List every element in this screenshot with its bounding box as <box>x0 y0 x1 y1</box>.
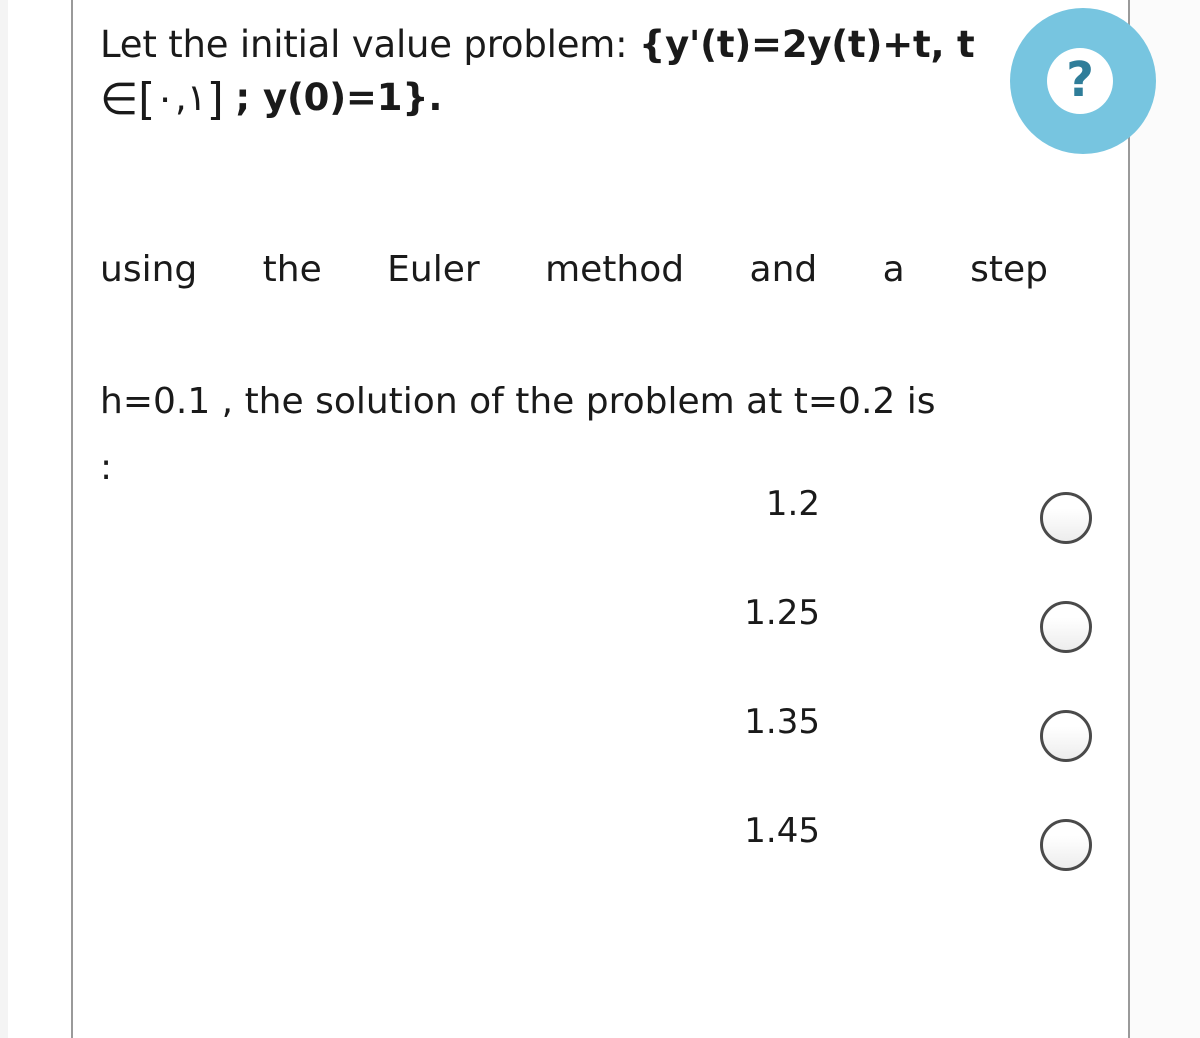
question-mark-icon: ? <box>1047 48 1113 114</box>
option-row[interactable]: 1.25 <box>100 579 1110 688</box>
question-stem: Let the initial value problem: {y'(t)=2y… <box>100 18 1060 124</box>
question-mark-glyph: ? <box>1066 51 1094 108</box>
option-row[interactable]: 1.35 <box>100 688 1110 797</box>
body-line-1: using the Euler method and a step <box>100 249 1048 290</box>
option-radio-button[interactable] <box>1040 819 1092 871</box>
stem-domain: ∈[٠,١] <box>100 74 224 125</box>
domain-close-bracket: ] <box>206 74 224 125</box>
stem-initial-condition: ; y(0)=1}. <box>235 76 443 119</box>
help-badge[interactable]: ? <box>1010 8 1156 154</box>
domain-open-bracket: ∈[ <box>100 74 156 125</box>
option-row[interactable]: 1.2 <box>100 470 1110 579</box>
option-radio-button[interactable] <box>1040 710 1092 762</box>
domain-values: ٠,١ <box>155 76 207 119</box>
question-body: using the Euler method and a step h=0.1 … <box>100 237 1048 501</box>
question-content: Let the initial value problem: {y'(t)=2y… <box>100 0 1110 1038</box>
right-outer-margin <box>1130 0 1200 1038</box>
answer-options: 1.2 1.25 1.35 1.45 <box>100 470 1110 906</box>
option-label: 1.35 <box>744 702 820 742</box>
right-margin-rule <box>1128 0 1130 1038</box>
body-line-2: h=0.1 , the solution of the problem at t… <box>100 381 936 422</box>
left-margin-rule <box>71 0 73 1038</box>
option-row[interactable]: 1.45 <box>100 797 1110 906</box>
option-radio-button[interactable] <box>1040 492 1092 544</box>
left-gutter <box>0 0 8 1038</box>
option-radio-button[interactable] <box>1040 601 1092 653</box>
option-label: 1.2 <box>765 484 820 524</box>
stem-equation: {y'(t)=2y(t)+t, t <box>638 23 975 66</box>
option-label: 1.25 <box>744 593 820 633</box>
stem-prefix: Let the initial value problem: <box>100 23 628 66</box>
question-page: Let the initial value problem: {y'(t)=2y… <box>0 0 1200 1038</box>
option-label: 1.45 <box>744 811 820 851</box>
